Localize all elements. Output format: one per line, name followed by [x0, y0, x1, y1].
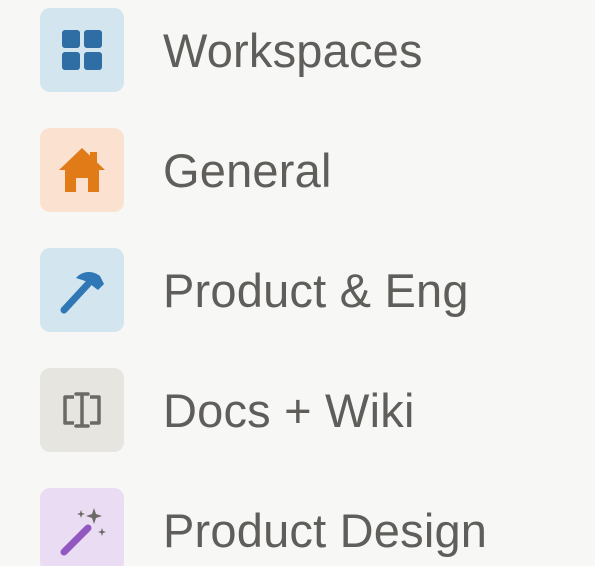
sidebar-item-product-design[interactable]: Product Design — [40, 488, 595, 566]
sidebar-item-workspaces[interactable]: Workspaces — [40, 8, 595, 92]
sidebar-item-label: General — [163, 143, 332, 197]
sidebar-item-label: Workspaces — [163, 23, 423, 77]
general-icon-tile — [40, 128, 124, 212]
grid-icon — [58, 26, 106, 74]
sidebar-item-label: Docs + Wiki — [163, 383, 415, 437]
sidebar-item-label: Product Design — [163, 503, 488, 557]
text-cursor-icon — [54, 382, 110, 438]
sidebar-item-label: Product & Eng — [163, 263, 469, 317]
sidebar-item-general[interactable]: General — [40, 128, 595, 212]
docs-wiki-icon-tile — [40, 368, 124, 452]
product-design-icon-tile — [40, 488, 124, 566]
sidebar-item-docs-wiki[interactable]: Docs + Wiki — [40, 368, 595, 452]
home-icon — [54, 142, 110, 198]
sidebar: Workspaces General Product & Eng Docs + … — [0, 0, 595, 566]
product-eng-icon-tile — [40, 248, 124, 332]
magic-wand-icon — [54, 502, 110, 558]
workspaces-icon-tile — [40, 8, 124, 92]
hammer-icon — [54, 262, 110, 318]
sidebar-item-product-eng[interactable]: Product & Eng — [40, 248, 595, 332]
